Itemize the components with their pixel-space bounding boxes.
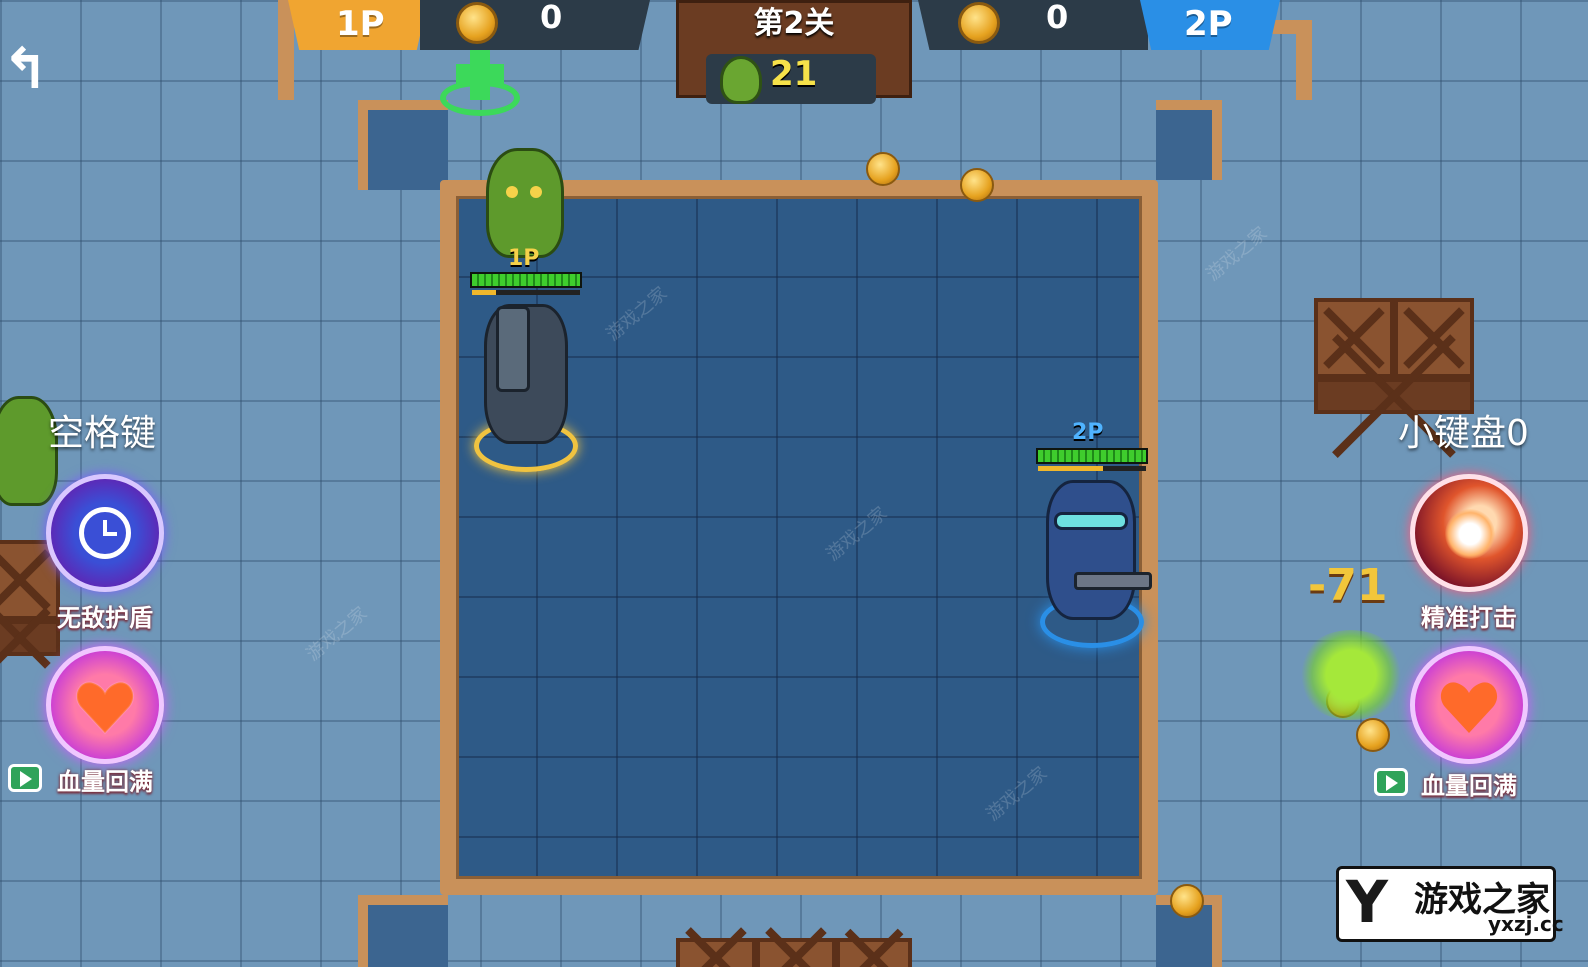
p1-xp-bar	[472, 290, 580, 295]
ledge-top-left	[358, 100, 448, 190]
crate	[756, 938, 836, 967]
p2-shotgun	[1074, 572, 1152, 590]
meteor-strike-icon	[1445, 509, 1495, 559]
background-watermark: 游戏之家	[302, 602, 372, 666]
p2-soldier	[1046, 480, 1136, 620]
green-splatter	[1296, 630, 1406, 720]
back-arrow-icon: ↰	[2, 37, 49, 102]
site-logo-domain: yxzj.cc	[1488, 912, 1564, 936]
zombie-head-icon	[720, 56, 762, 104]
p1-skill-key-label: 空格键	[48, 413, 157, 454]
zombies-remaining: 21	[770, 54, 818, 94]
p1-xp-fill	[472, 290, 496, 295]
heart-icon	[1440, 682, 1498, 733]
p2-score-panel	[918, 0, 1148, 50]
p2-coin-count: 0	[1046, 0, 1069, 36]
coin-pickup	[1356, 718, 1390, 752]
invincible-shield-label: 无敌护盾	[57, 604, 153, 632]
p1-health-bar	[470, 272, 582, 288]
p2-skill-key-label: 小键盘0	[1398, 413, 1529, 454]
crate	[1314, 298, 1394, 378]
zombie-eye	[506, 186, 518, 198]
crate	[676, 938, 756, 967]
p1-health-fill	[472, 274, 580, 286]
p1-heal-button[interactable]	[46, 646, 164, 764]
invincible-shield-button[interactable]	[46, 474, 164, 592]
crate	[836, 938, 912, 967]
coin-icon	[456, 2, 498, 44]
health-pack-pickup	[440, 50, 520, 120]
p2-goggles	[1054, 512, 1128, 530]
zombie-enemy	[486, 148, 564, 258]
p2-health-bar	[1036, 448, 1148, 464]
coin-pickup	[866, 152, 900, 186]
p1-gatling-gun	[496, 306, 530, 392]
p1-heal-label: 血量回满	[57, 768, 153, 796]
p2-heal-label: 血量回满	[1421, 772, 1517, 800]
level-title: 第2关	[753, 6, 835, 41]
precision-strike-button[interactable]	[1410, 474, 1528, 592]
site-logo-mark: Y	[1346, 868, 1388, 936]
crate	[1394, 298, 1474, 378]
p2-health-fill	[1038, 450, 1146, 462]
p1-hud-label: 1P	[336, 4, 385, 44]
p2-xp-bar	[1038, 466, 1146, 471]
coin-pickup	[1170, 884, 1204, 918]
p2-tag: 2P	[1072, 420, 1104, 445]
damage-number: -71	[1308, 560, 1388, 611]
heart-icon	[75, 681, 135, 735]
p2-xp-fill	[1038, 466, 1103, 471]
p1-coin-count: 0	[540, 0, 563, 36]
background-watermark: 游戏之家	[1202, 222, 1272, 286]
p1-tag: 1P	[508, 246, 540, 271]
zombie-eye	[530, 186, 542, 198]
precision-strike-label: 精准打击	[1421, 604, 1517, 632]
p2-hud-label: 2P	[1184, 4, 1233, 44]
back-button[interactable]: ↰	[2, 40, 52, 100]
p1-score-panel	[420, 0, 650, 50]
p2-heal-button[interactable]	[1410, 646, 1528, 764]
coin-pickup	[960, 168, 994, 202]
clock-shield-icon	[79, 507, 131, 559]
coin-icon	[958, 2, 1000, 44]
game-board: 1P 2P 游戏之家 游戏之家 游戏之家 游戏之家 游戏之家	[0, 0, 1588, 967]
ledge-top-right	[1156, 100, 1222, 180]
ledge-bottom-left	[358, 895, 448, 967]
